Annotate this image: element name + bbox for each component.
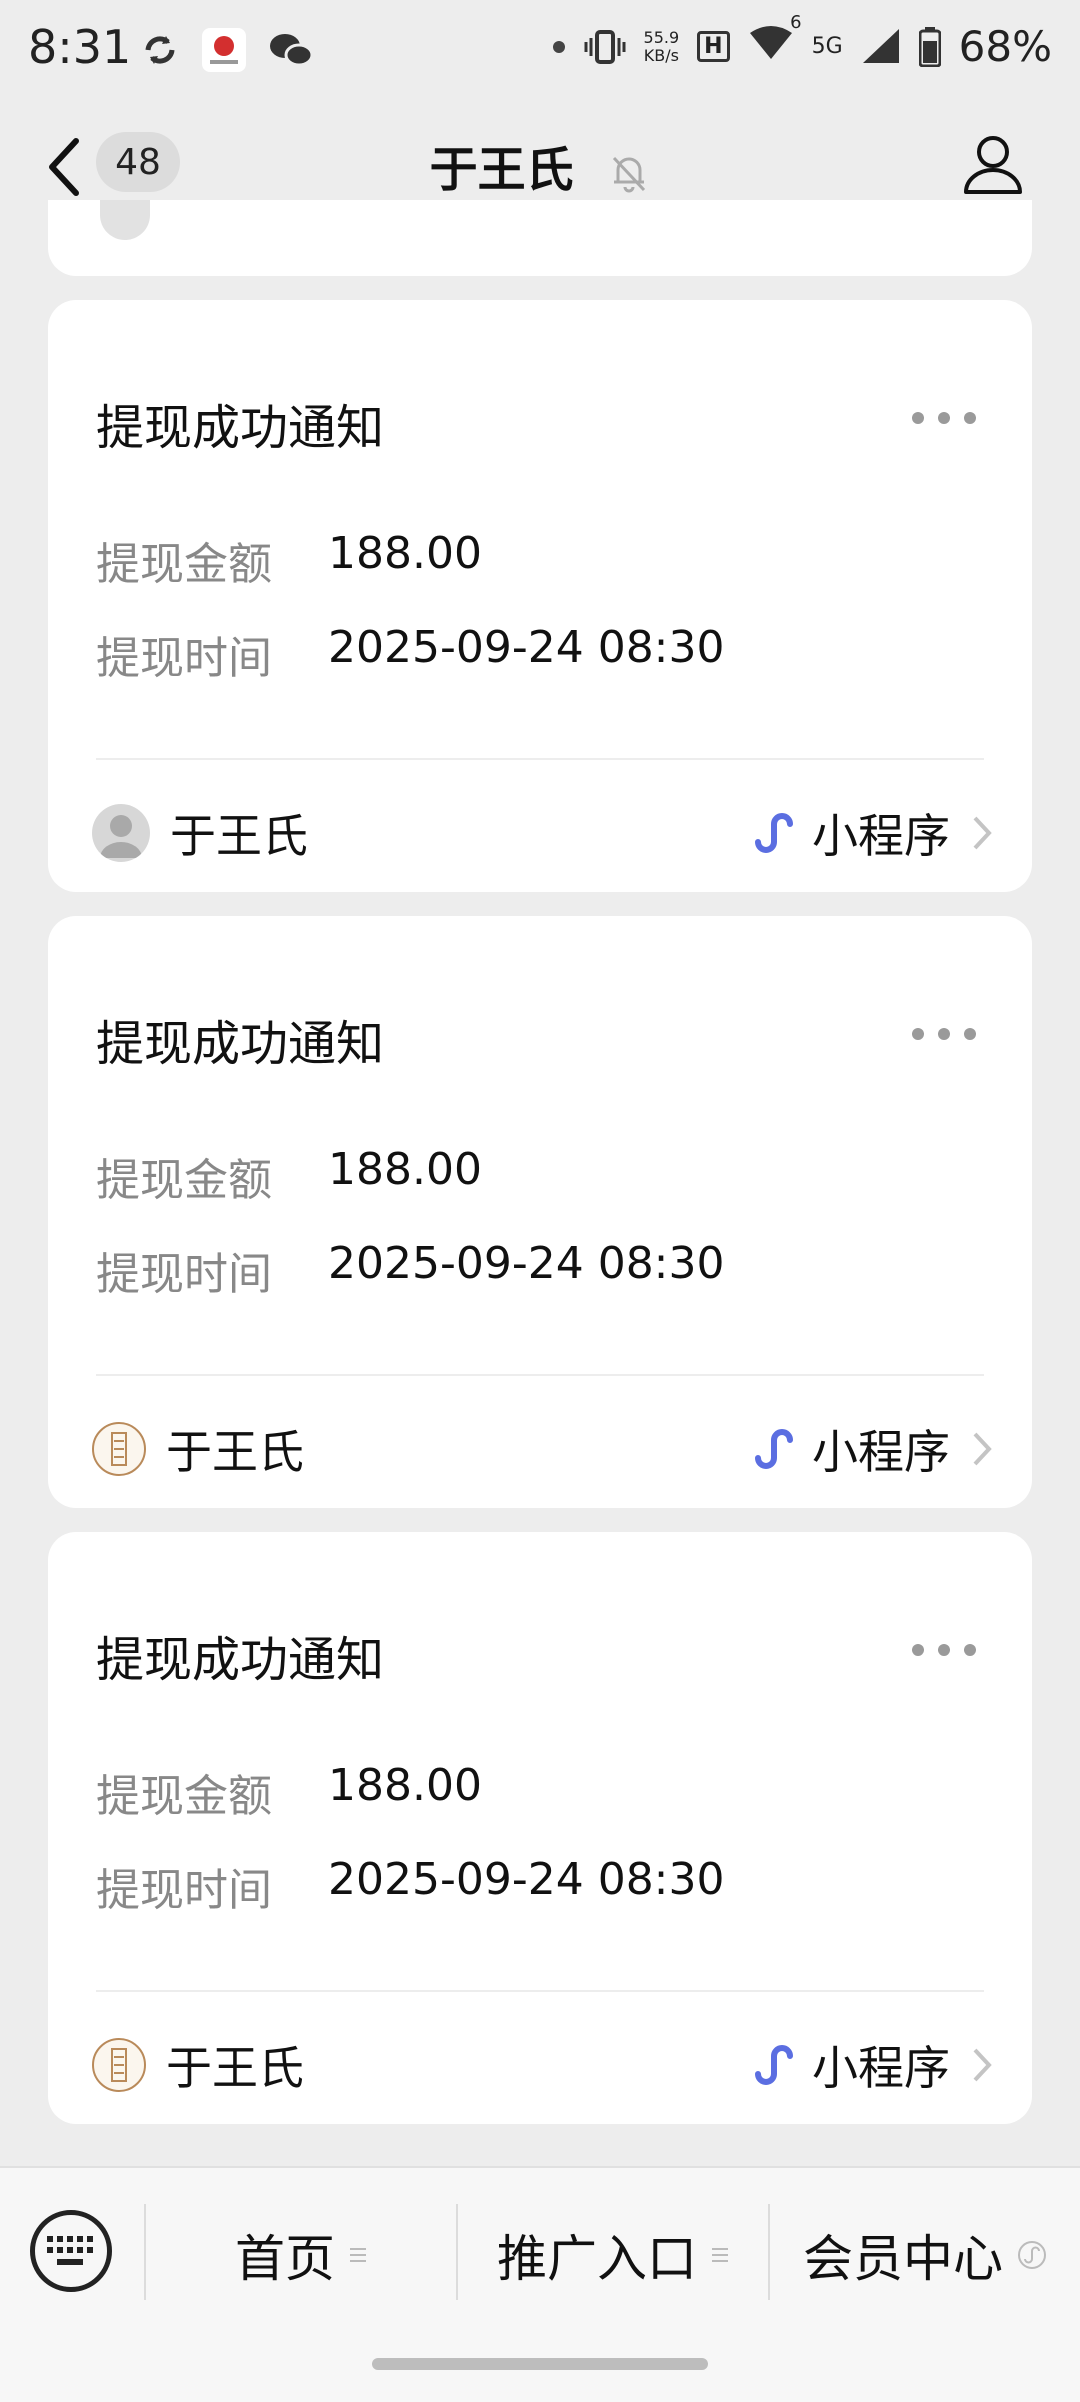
- time-value: 2025-09-24 08:30: [328, 1854, 725, 1905]
- battery-percent: 68%: [958, 22, 1052, 71]
- amount-label: 提现金额: [96, 1771, 272, 1822]
- menu-item-label: 推广入口: [497, 2230, 697, 2288]
- time-label: 提现时间: [96, 633, 272, 684]
- amount-label: 提现金额: [96, 1155, 272, 1206]
- mini-program-icon: [755, 813, 793, 853]
- mini-program-footer[interactable]: 于王氏 小程序: [92, 2020, 992, 2110]
- amount-row: 提现金额 188.00: [96, 1144, 482, 1208]
- time-row: 提现时间 2025-09-24 08:30: [96, 1238, 725, 1302]
- keyboard-toggle-button[interactable]: [30, 2210, 112, 2292]
- amount-row: 提现金额 188.00: [96, 528, 482, 592]
- card-title: 提现成功通知: [96, 400, 385, 456]
- seal-avatar-icon: [92, 2038, 146, 2092]
- wifi-icon: 6: [748, 12, 802, 71]
- divider: [96, 1990, 984, 1992]
- more-options-icon[interactable]: [912, 412, 976, 424]
- card-title: 提现成功通知: [96, 1016, 385, 1072]
- keyboard-icon: [47, 2236, 93, 2265]
- wechat-icon: [270, 34, 314, 67]
- message-card[interactable]: 提现成功通知 提现金额 188.00 提现时间 2025-09-24 08:30…: [48, 916, 1032, 1508]
- wifi-standard: 6: [790, 12, 802, 33]
- time-value: 2025-09-24 08:30: [328, 622, 725, 673]
- time-value: 2025-09-24 08:30: [328, 1238, 725, 1289]
- chevron-right-icon: [973, 816, 992, 850]
- card-title: 提现成功通知: [96, 1632, 385, 1688]
- net-speed-unit: KB/s: [643, 45, 679, 65]
- amount-label: 提现金额: [96, 539, 272, 590]
- sync-icon: [145, 36, 175, 64]
- status-bar: 8:31 55.9 KB/s H 6 5G 68%: [0, 0, 1080, 100]
- profile-icon[interactable]: [960, 130, 1026, 196]
- account-name: 于王氏: [166, 1425, 304, 1479]
- account-name: 于王氏: [166, 2041, 304, 2095]
- net-speed-value: 55.9: [643, 27, 680, 47]
- chevron-right-icon: [973, 1432, 992, 1466]
- network-speed: 55.9 KB/s: [643, 27, 680, 65]
- time-label: 提现时间: [96, 1249, 272, 1300]
- more-options-icon[interactable]: [912, 1028, 976, 1040]
- mini-program-icon: [755, 1429, 793, 1469]
- list-icon: [712, 2248, 728, 2262]
- default-avatar-icon: [100, 815, 142, 858]
- mini-program-label: 小程序: [812, 2041, 950, 2095]
- dot-icon: [552, 40, 565, 53]
- network-type: 5G: [811, 34, 843, 59]
- mini-program-label: 小程序: [812, 1425, 950, 1479]
- menu-item-member-center[interactable]: 会员中心: [770, 2220, 1080, 2290]
- divider: [96, 758, 984, 760]
- vibrate-icon: [584, 29, 626, 64]
- app-logo-icon: [202, 28, 246, 72]
- battery-icon: [918, 26, 941, 67]
- hd-badge: H: [697, 31, 730, 62]
- page-title: 于王氏: [429, 142, 574, 198]
- chevron-right-icon: [973, 2048, 992, 2082]
- amount-value: 188.00: [328, 1144, 482, 1195]
- notification-icons: [140, 28, 314, 72]
- mini-program-icon: [1018, 2241, 1046, 2269]
- mini-program-icon: [755, 2045, 793, 2085]
- menu-item-label: 会员中心: [803, 2230, 1003, 2288]
- seal-avatar-icon: [92, 1422, 146, 1476]
- status-time: 8:31: [28, 20, 132, 74]
- status-right: 55.9 KB/s H 6 5G 68%: [552, 12, 1052, 71]
- mute-bell-icon: [613, 156, 646, 193]
- account-name: 于王氏: [170, 809, 308, 863]
- signal-icon: [862, 28, 899, 63]
- avatar: [92, 804, 150, 862]
- time-row: 提现时间 2025-09-24 08:30: [96, 622, 725, 686]
- mini-program-footer[interactable]: 于王氏 小程序: [92, 788, 992, 878]
- message-card[interactable]: 提现成功通知 提现金额 188.00 提现时间 2025-09-24 08:30…: [48, 300, 1032, 892]
- avatar: [100, 200, 150, 240]
- list-icon: [350, 2248, 366, 2262]
- message-card[interactable]: 提现成功通知 提现金额 188.00 提现时间 2025-09-24 08:30…: [48, 1532, 1032, 2124]
- menu-item-promotion[interactable]: 推广入口: [458, 2220, 768, 2290]
- mini-program-footer[interactable]: 于王氏 小程序: [92, 1404, 992, 1494]
- time-label: 提现时间: [96, 1865, 272, 1916]
- time-row: 提现时间 2025-09-24 08:30: [96, 1854, 725, 1918]
- menu-item-label: 首页: [235, 2230, 335, 2288]
- mini-program-label: 小程序: [812, 809, 950, 863]
- more-options-icon[interactable]: [912, 1644, 976, 1656]
- menu-item-home[interactable]: 首页: [146, 2220, 456, 2290]
- home-indicator[interactable]: [372, 2358, 708, 2370]
- amount-value: 188.00: [328, 1760, 482, 1811]
- amount-value: 188.00: [328, 528, 482, 579]
- page-title-wrap: 于王氏: [0, 130, 1080, 200]
- message-card-partial: [48, 200, 1032, 276]
- amount-row: 提现金额 188.00: [96, 1760, 482, 1824]
- divider: [96, 1374, 984, 1376]
